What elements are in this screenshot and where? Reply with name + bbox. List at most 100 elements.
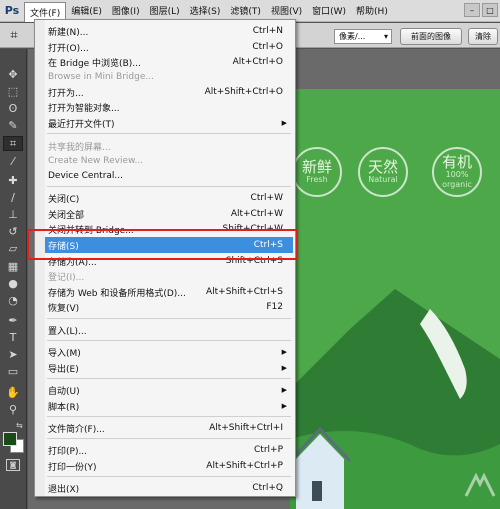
history-brush-tool-icon[interactable]: ↺ bbox=[3, 224, 23, 239]
document-artwork: 新鲜 Fresh 天然 Natural 有机 100% organic bbox=[290, 89, 500, 509]
menu-item-label: Browse in Mini Bridge... bbox=[48, 72, 154, 82]
badge-natural-sub: Natural bbox=[368, 175, 398, 184]
menu-item-share-screen: 共享我的屏幕... bbox=[45, 138, 293, 154]
badge-fresh: 新鲜 Fresh bbox=[292, 147, 342, 197]
menu-item-label: Device Central... bbox=[48, 171, 123, 181]
badge-organic-sub: organic bbox=[442, 180, 472, 189]
menu-item-shortcut: Ctrl+W bbox=[250, 193, 283, 203]
move-tool-icon[interactable]: ✥ bbox=[3, 67, 23, 82]
menu-item-label: 关闭(C) bbox=[48, 194, 80, 205]
lasso-tool-icon[interactable]: ʘ bbox=[3, 101, 23, 116]
menu-item-shortcut: Ctrl+O bbox=[252, 42, 283, 52]
menu-separator bbox=[47, 318, 291, 319]
zoom-tool-icon[interactable]: ⚲ bbox=[3, 402, 23, 417]
submenu-arrow-icon: ▶ bbox=[281, 402, 287, 410]
menu-image[interactable]: 图像(I) bbox=[107, 2, 145, 20]
marquee-tool-icon[interactable]: ⬚ bbox=[3, 84, 23, 99]
menu-separator bbox=[47, 340, 291, 341]
menu-item-print[interactable]: 打印(P)... Ctrl+P bbox=[45, 442, 293, 458]
menu-help[interactable]: 帮助(H) bbox=[351, 2, 393, 20]
menu-item-label: 置入(L)... bbox=[48, 326, 87, 337]
badge-organic-percent: 100% bbox=[445, 170, 469, 179]
menu-item-label: 自动(U) bbox=[48, 386, 80, 397]
badge-fresh-sub: Fresh bbox=[306, 175, 328, 184]
menu-separator bbox=[47, 133, 291, 134]
menu-separator bbox=[47, 438, 291, 439]
path-select-tool-icon[interactable]: ➤ bbox=[3, 347, 23, 362]
menu-item-open[interactable]: 打开(O)... Ctrl+O bbox=[45, 39, 293, 55]
menu-item-revert[interactable]: 恢复(V) F12 bbox=[45, 299, 293, 315]
maximize-icon[interactable]: □ bbox=[482, 3, 498, 17]
menu-item-import[interactable]: 导入(M) ▶ bbox=[45, 344, 293, 360]
healing-brush-tool-icon[interactable]: ✚ bbox=[3, 173, 23, 188]
unit-select[interactable]: 像素/... ▾ bbox=[334, 29, 392, 44]
menu-item-open-smart-object[interactable]: 打开为智能对象... bbox=[45, 99, 293, 115]
menu-view[interactable]: 视图(V) bbox=[266, 2, 307, 20]
menu-item-open-as[interactable]: 打开为... Alt+Shift+Ctrl+O bbox=[45, 84, 293, 100]
shape-tool-icon[interactable]: ▭ bbox=[3, 364, 23, 379]
front-image-button[interactable]: 前面的图像 bbox=[400, 28, 462, 45]
tools-panel: ✥ ⬚ ʘ ✎ ⌗ ⁄ ✚ ∕ ⊥ ↺ ▱ ▦ ● ◔ ✒ T ➤ ▭ ✋ ⚲ … bbox=[0, 49, 27, 509]
menu-item-print-one-copy[interactable]: 打印一份(Y) Alt+Shift+Ctrl+P bbox=[45, 458, 293, 474]
badge-fresh-title: 新鲜 bbox=[301, 158, 332, 176]
gradient-tool-icon[interactable]: ▦ bbox=[3, 259, 23, 274]
menu-layer[interactable]: 图层(L) bbox=[145, 2, 185, 20]
menu-item-label: 导入(M) bbox=[48, 348, 81, 359]
submenu-arrow-icon: ▶ bbox=[281, 119, 287, 127]
quick-mask-icon[interactable]: ◙ bbox=[6, 459, 20, 471]
submenu-arrow-icon: ▶ bbox=[281, 348, 287, 356]
menu-item-save-for-web[interactable]: 存储为 Web 和设备所用格式(D)... Alt+Shift+Ctrl+S bbox=[45, 284, 293, 300]
menu-item-label: 打开(O)... bbox=[48, 43, 89, 54]
menu-item-label: 打印一份(Y) bbox=[48, 462, 97, 473]
menu-item-place[interactable]: 置入(L)... bbox=[45, 322, 293, 338]
pen-tool-icon[interactable]: ✒ bbox=[3, 313, 23, 328]
menu-item-label: 登记(I)... bbox=[48, 272, 85, 283]
clone-stamp-tool-icon[interactable]: ⊥ bbox=[3, 207, 23, 222]
type-tool-icon[interactable]: T bbox=[3, 330, 23, 345]
menu-item-label: 共享我的屏幕... bbox=[48, 142, 111, 153]
menu-item-shortcut: Ctrl+P bbox=[254, 445, 283, 455]
swap-colors-icon[interactable]: ⇆ bbox=[16, 421, 23, 430]
menu-item-shortcut: Ctrl+N bbox=[252, 26, 283, 36]
quick-select-tool-icon[interactable]: ✎ bbox=[3, 118, 23, 133]
menu-item-automate[interactable]: 自动(U) ▶ bbox=[45, 382, 293, 398]
menu-item-close-all[interactable]: 关闭全部 Alt+Ctrl+W bbox=[45, 206, 293, 222]
menu-item-export[interactable]: 导出(E) ▶ bbox=[45, 360, 293, 376]
menu-item-scripts[interactable]: 脚本(R) ▶ bbox=[45, 398, 293, 414]
menu-separator bbox=[47, 378, 291, 379]
menu-item-device-central[interactable]: Device Central... bbox=[45, 168, 293, 184]
menu-item-shortcut: Alt+Shift+Ctrl+P bbox=[206, 461, 283, 471]
annotation-highlight-box bbox=[27, 229, 298, 260]
crop-tool-icon[interactable]: ⌗ bbox=[5, 27, 23, 44]
menu-filter[interactable]: 滤镜(T) bbox=[225, 2, 266, 20]
crop-tool-icon[interactable]: ⌗ bbox=[3, 136, 23, 151]
menu-item-new[interactable]: 新建(N)... Ctrl+N bbox=[45, 23, 293, 39]
menu-item-close[interactable]: 关闭(C) Ctrl+W bbox=[45, 190, 293, 206]
menu-select[interactable]: 选择(S) bbox=[185, 2, 226, 20]
menu-item-label: 打开为智能对象... bbox=[48, 103, 120, 114]
menu-item-exit[interactable]: 退出(X) Ctrl+Q bbox=[45, 480, 293, 496]
menu-separator bbox=[47, 416, 291, 417]
brush-tool-icon[interactable]: ∕ bbox=[3, 190, 23, 205]
menu-item-shortcut: Alt+Shift+Ctrl+S bbox=[206, 287, 283, 297]
menu-item-label: 脚本(R) bbox=[48, 402, 80, 413]
blur-tool-icon[interactable]: ● bbox=[3, 276, 23, 291]
submenu-arrow-icon: ▶ bbox=[281, 364, 287, 372]
menu-edit[interactable]: 编辑(E) bbox=[66, 2, 107, 20]
menu-window[interactable]: 窗口(W) bbox=[307, 2, 351, 20]
watermark-icon bbox=[464, 472, 496, 497]
eyedropper-tool-icon[interactable]: ⁄ bbox=[3, 154, 23, 169]
dodge-tool-icon[interactable]: ◔ bbox=[3, 293, 23, 308]
hand-tool-icon[interactable]: ✋ bbox=[3, 385, 23, 400]
menu-item-recent-files[interactable]: 最近打开文件(T) ▶ bbox=[45, 115, 293, 131]
menu-item-browse-bridge[interactable]: 在 Bridge 中浏览(B)... Alt+Ctrl+O bbox=[45, 54, 293, 70]
minimize-icon[interactable]: – bbox=[464, 3, 480, 17]
menu-item-label: 打开为... bbox=[48, 88, 84, 99]
eraser-tool-icon[interactable]: ▱ bbox=[3, 241, 23, 256]
clear-button[interactable]: 清除 bbox=[468, 28, 498, 45]
menu-item-label: 最近打开文件(T) bbox=[48, 119, 115, 130]
foreground-color-swatch[interactable] bbox=[3, 432, 17, 446]
menu-item-label: 在 Bridge 中浏览(B)... bbox=[48, 58, 141, 69]
menu-item-label: 恢复(V) bbox=[48, 303, 80, 314]
menu-item-file-info[interactable]: 文件简介(F)... Alt+Shift+Ctrl+I bbox=[45, 420, 293, 436]
